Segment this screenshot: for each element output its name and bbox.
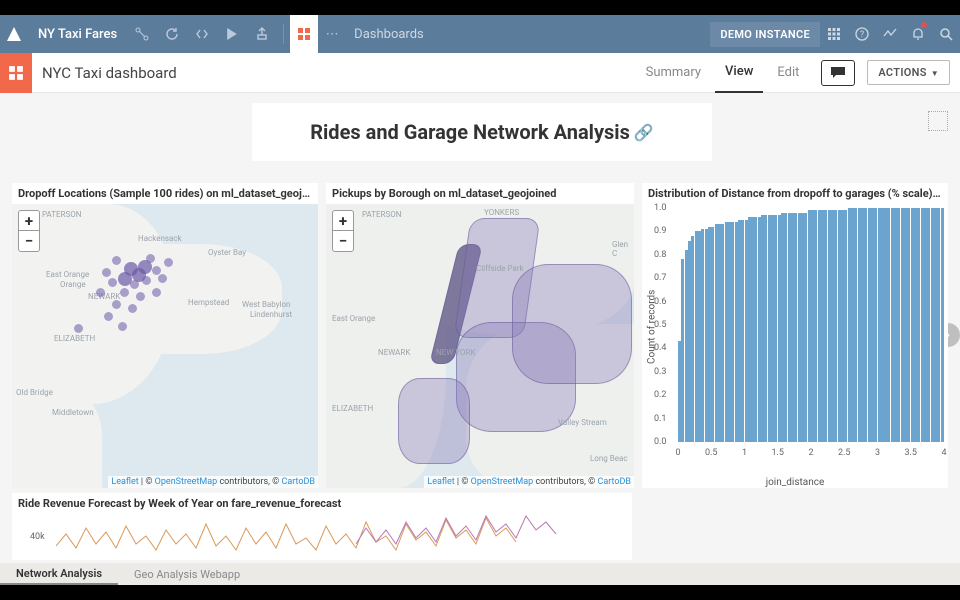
- chevron-down-icon: ▼: [931, 69, 939, 78]
- zoom-out-button[interactable]: −: [333, 231, 353, 251]
- fullscreen-icon[interactable]: [928, 111, 948, 131]
- topbar-separator: [283, 24, 284, 44]
- play-icon[interactable]: [220, 22, 244, 46]
- apps-icon[interactable]: [820, 15, 848, 53]
- activity-icon[interactable]: [876, 15, 904, 53]
- demo-badge: DEMO INSTANCE: [710, 22, 820, 47]
- breadcrumb[interactable]: Dashboards: [346, 27, 432, 42]
- panel-forecast: Ride Revenue Forecast by Week of Year on…: [12, 493, 632, 560]
- hero-title: Rides and Garage Network Analysis: [310, 120, 630, 144]
- dashboard-icon: [0, 53, 32, 93]
- bottom-tabs: Network Analysis Geo Analysis Webapp: [0, 563, 960, 585]
- code-icon[interactable]: [190, 22, 214, 46]
- app-logo-icon[interactable]: [0, 15, 28, 53]
- help-icon[interactable]: ?: [848, 15, 876, 53]
- bottom-tab-geo[interactable]: Geo Analysis Webapp: [118, 563, 256, 585]
- export-icon[interactable]: [250, 22, 274, 46]
- page-title: NYC Taxi dashboard: [32, 64, 177, 82]
- map-attribution: Leaflet | © OpenStreetMap contributors, …: [424, 476, 634, 488]
- actions-button[interactable]: ACTIONS▼: [867, 60, 950, 85]
- panel-title: Pickups by Borough on ml_dataset_geojoin…: [326, 183, 634, 204]
- panel-dropoff-map: Dropoff Locations (Sample 100 rides) on …: [12, 183, 318, 488]
- distance-chart[interactable]: Count of records 0.00.10.20.30.40.50.60.…: [642, 204, 948, 488]
- tab-view[interactable]: View: [715, 53, 763, 93]
- chat-icon[interactable]: [821, 60, 855, 86]
- map-zoom: + −: [332, 210, 354, 252]
- zoom-in-button[interactable]: +: [333, 211, 353, 231]
- map-boroughs[interactable]: PATERSON YONKERS Glen C Cliffside Park E…: [326, 204, 634, 488]
- subbar: NYC Taxi dashboard Summary View Edit ACT…: [0, 53, 960, 93]
- notifications-icon[interactable]: [904, 15, 932, 53]
- tab-summary[interactable]: Summary: [636, 53, 711, 93]
- forecast-ytick: 40k: [30, 532, 45, 542]
- map-zoom: + −: [18, 210, 40, 252]
- panel-title: Dropoff Locations (Sample 100 rides) on …: [12, 183, 318, 204]
- panel-borough-map: Pickups by Borough on ml_dataset_geojoin…: [326, 183, 634, 488]
- svg-text:?: ?: [860, 30, 864, 40]
- panel-title: Distribution of Distance from dropoff to…: [642, 183, 948, 204]
- topbar: NY Taxi Fares ⋯ Dashboards DEMO INSTANCE…: [0, 15, 960, 53]
- more-icon[interactable]: ⋯: [318, 15, 346, 53]
- search-icon[interactable]: [932, 15, 960, 53]
- panel-distance-chart: Distribution of Distance from dropoff to…: [642, 183, 948, 488]
- notification-badge: [920, 21, 928, 29]
- zoom-out-button[interactable]: −: [19, 231, 39, 251]
- zoom-in-button[interactable]: +: [19, 211, 39, 231]
- tab-edit[interactable]: Edit: [767, 53, 809, 93]
- project-name[interactable]: NY Taxi Fares: [28, 27, 127, 42]
- dashboard-tab-icon[interactable]: [290, 15, 318, 53]
- link-icon[interactable]: 🔗: [634, 123, 654, 142]
- hero-title-card: Rides and Garage Network Analysis🔗: [252, 103, 712, 161]
- map-dropoff[interactable]: PATERSON Hackensack Oyster Bay East Oran…: [12, 204, 318, 488]
- bottom-tab-network[interactable]: Network Analysis: [0, 563, 118, 585]
- refresh-icon[interactable]: [160, 22, 184, 46]
- chart-xlabel: join_distance: [766, 477, 825, 488]
- map-attribution: Leaflet | © OpenStreetMap contributors, …: [108, 476, 318, 488]
- panel-title: Ride Revenue Forecast by Week of Year on…: [12, 493, 632, 514]
- forecast-chart[interactable]: 40k: [12, 514, 632, 560]
- flow-icon[interactable]: [130, 22, 154, 46]
